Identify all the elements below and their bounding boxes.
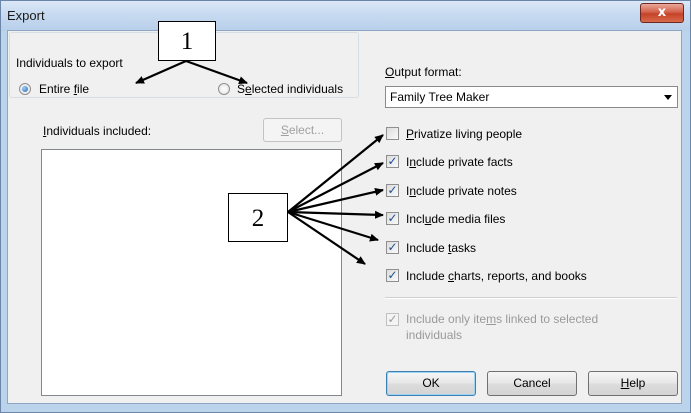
callout-2-arrow-facts — [287, 162, 384, 213]
callout-2: 2 — [228, 193, 288, 242]
callout-2-arrow-tasks — [287, 210, 379, 242]
callout-1-arrow-selected — [185, 59, 248, 85]
callout-2-arrow-charts — [287, 211, 366, 265]
callout-2-arrow-media — [287, 210, 384, 219]
callout-1-arrow-entire-file — [135, 59, 187, 85]
annotation-arrows — [135, 59, 384, 265]
callout-1: 1 — [158, 21, 216, 61]
